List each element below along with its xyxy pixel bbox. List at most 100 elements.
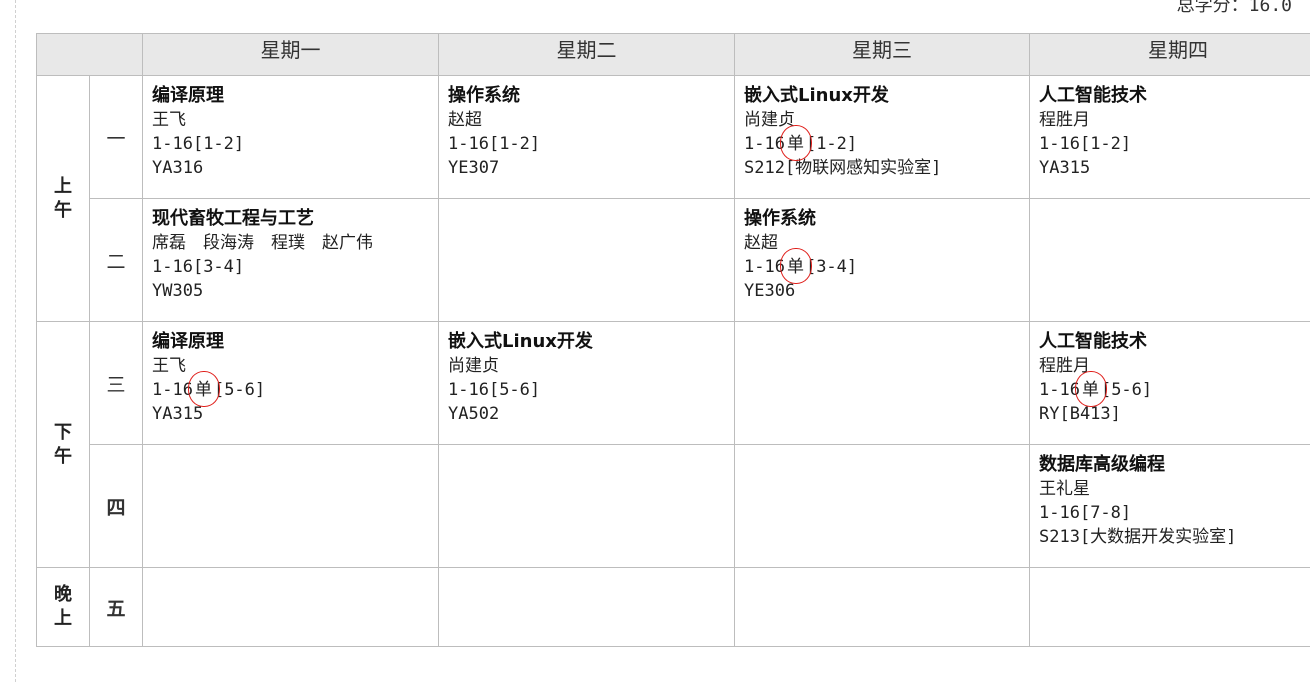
course-cell[interactable]: 编译原理 王飞 1-16 单 [5-6] YA315	[142, 321, 439, 445]
half-label-afternoon-text: 下午	[54, 421, 72, 467]
course-room: S213[大数据开发实验室]	[1039, 527, 1237, 547]
odd-week-mark: 单	[1074, 371, 1107, 407]
slot-label: 四	[89, 444, 143, 568]
course-name: 数据库高级编程	[1039, 454, 1165, 475]
course-weeks-range: 1-16	[1039, 134, 1080, 154]
course-name: 嵌入式Linux开发	[448, 331, 593, 352]
course-periods: [1-2]	[488, 134, 541, 154]
course-room: YA315	[152, 404, 204, 424]
course-name: 人工智能技术	[1039, 331, 1147, 352]
course-weeks-range: 1-16	[1039, 503, 1080, 523]
slot-label: 五	[89, 567, 143, 647]
course-weeks: 1-16[1-2]	[448, 132, 734, 156]
course-periods: [5-6]	[213, 380, 266, 400]
empty-cell	[142, 444, 439, 568]
course-room: YA502	[448, 404, 500, 424]
course-cell[interactable]: 嵌入式Linux开发 尚建贞 1-16 单 [1-2] S212[物联网感知实验室]	[734, 75, 1030, 199]
timetable-header-row: 星期一 星期二 星期三 星期四	[36, 33, 1310, 76]
course-weeks-range: 1-16	[1039, 380, 1080, 400]
slot-label: 三	[89, 321, 143, 445]
course-name: 编译原理	[152, 331, 224, 352]
empty-cell	[438, 444, 735, 568]
course-weeks-range: 1-16	[448, 134, 489, 154]
timetable-row: 二 现代畜牧工程与工艺 席磊 段海涛 程璞 赵广伟 1-16[3-4] YW305 操作…	[37, 198, 1310, 322]
course-name: 嵌入式Linux开发	[744, 85, 889, 106]
course-name: 操作系统	[448, 85, 520, 106]
corner-header	[36, 33, 143, 76]
empty-cell	[1029, 567, 1310, 647]
timetable-row: 晚上 五	[36, 567, 1310, 647]
course-weeks: 1-16[7-8]	[1039, 501, 1310, 525]
course-periods: [5-6]	[1100, 380, 1153, 400]
day-header-mon: 星期一	[142, 33, 439, 76]
half-label-evening: 晚上	[36, 567, 90, 647]
course-teacher: 尚建贞	[448, 356, 499, 376]
course-cell[interactable]: 操作系统 赵超 1-16 单 [3-4] YE306	[734, 198, 1030, 322]
half-label-evening-text: 晚上	[54, 584, 72, 629]
timetable: 星期一 星期二 星期三 星期四 上午 一 编译原理 王飞 1-16[1-2] YA31…	[36, 33, 1310, 647]
empty-cell	[734, 321, 1030, 445]
page-left-border	[15, 0, 16, 682]
empty-cell	[142, 567, 439, 647]
course-weeks: 1-16 单 [5-6]	[152, 371, 438, 407]
empty-cell	[1029, 198, 1310, 322]
course-weeks-range: 1-16	[152, 257, 193, 277]
course-room: YA315	[1039, 158, 1091, 178]
course-periods: [3-4]	[192, 257, 245, 277]
course-weeks-range: 1-16	[744, 257, 785, 277]
course-teacher: 席磊 段海涛 程璞 赵广伟	[152, 233, 373, 253]
course-room: RY[B413]	[1039, 404, 1121, 424]
course-room: YW305	[152, 281, 204, 301]
day-header-tue: 星期二	[438, 33, 735, 76]
half-label-morning: 上午	[36, 75, 90, 322]
day-header-thu: 星期四	[1029, 33, 1310, 76]
timetable-row: 上午 一 编译原理 王飞 1-16[1-2] YA316 操作系统 赵超 1-16[1-2]…	[36, 75, 1310, 322]
course-name: 操作系统	[744, 208, 816, 229]
course-weeks: 1-16 单 [3-4]	[744, 248, 1029, 284]
course-weeks: 1-16[5-6]	[448, 378, 734, 402]
course-periods: [1-2]	[192, 134, 245, 154]
course-room: YE306	[744, 281, 796, 301]
course-teacher: 王飞	[152, 110, 186, 130]
course-weeks: 1-16[1-2]	[152, 132, 438, 156]
empty-cell	[438, 198, 735, 322]
course-name: 人工智能技术	[1039, 85, 1147, 106]
course-cell[interactable]: 操作系统 赵超 1-16[1-2] YE307	[438, 75, 735, 199]
course-weeks: 1-16 单 [5-6]	[1039, 371, 1310, 407]
course-weeks-range: 1-16	[448, 380, 489, 400]
course-name: 现代畜牧工程与工艺	[152, 208, 314, 229]
slot-label: 一	[89, 75, 143, 199]
course-weeks: 1-16 单 [1-2]	[744, 125, 1029, 161]
slot-label: 二	[89, 198, 143, 322]
course-weeks-range: 1-16	[744, 134, 785, 154]
course-room: YA316	[152, 158, 204, 178]
course-periods: [7-8]	[1079, 503, 1132, 523]
course-cell[interactable]: 嵌入式Linux开发 尚建贞 1-16[5-6] YA502	[438, 321, 735, 445]
odd-week-mark: 单	[779, 248, 812, 284]
course-weeks-range: 1-16	[152, 380, 193, 400]
half-label-morning-text: 上午	[54, 175, 72, 221]
odd-week-mark: 单	[779, 125, 812, 161]
course-room: S212[物联网感知实验室]	[744, 158, 942, 178]
course-cell[interactable]: 人工智能技术 程胜月 1-16 单 [5-6] RY[B413]	[1029, 321, 1310, 445]
course-periods: [1-2]	[1079, 134, 1132, 154]
course-cell[interactable]: 数据库高级编程 王礼星 1-16[7-8] S213[大数据开发实验室]	[1029, 444, 1310, 568]
course-teacher: 王礼星	[1039, 479, 1090, 499]
course-cell[interactable]: 编译原理 王飞 1-16[1-2] YA316	[142, 75, 439, 199]
half-label-afternoon: 下午	[36, 321, 90, 568]
odd-week-mark: 单	[187, 371, 220, 407]
course-cell[interactable]: 现代畜牧工程与工艺 席磊 段海涛 程璞 赵广伟 1-16[3-4] YW305	[142, 198, 439, 322]
course-periods: [1-2]	[805, 134, 858, 154]
timetable-row: 下午 三 编译原理 王飞 1-16 单 [5-6] YA315 嵌入式Linux开发 尚建贞 1…	[36, 321, 1310, 568]
course-teacher: 赵超	[448, 110, 482, 130]
course-room: YE307	[448, 158, 500, 178]
course-weeks: 1-16[3-4]	[152, 255, 438, 279]
day-header-wed: 星期三	[734, 33, 1030, 76]
empty-cell	[734, 444, 1030, 568]
course-teacher: 程胜月	[1039, 110, 1090, 130]
course-cell[interactable]: 人工智能技术 程胜月 1-16[1-2] YA315	[1029, 75, 1310, 199]
empty-cell	[438, 567, 735, 647]
total-credits: 总学分：16.0	[1176, 0, 1292, 16]
empty-cell	[734, 567, 1030, 647]
course-periods: [5-6]	[488, 380, 541, 400]
